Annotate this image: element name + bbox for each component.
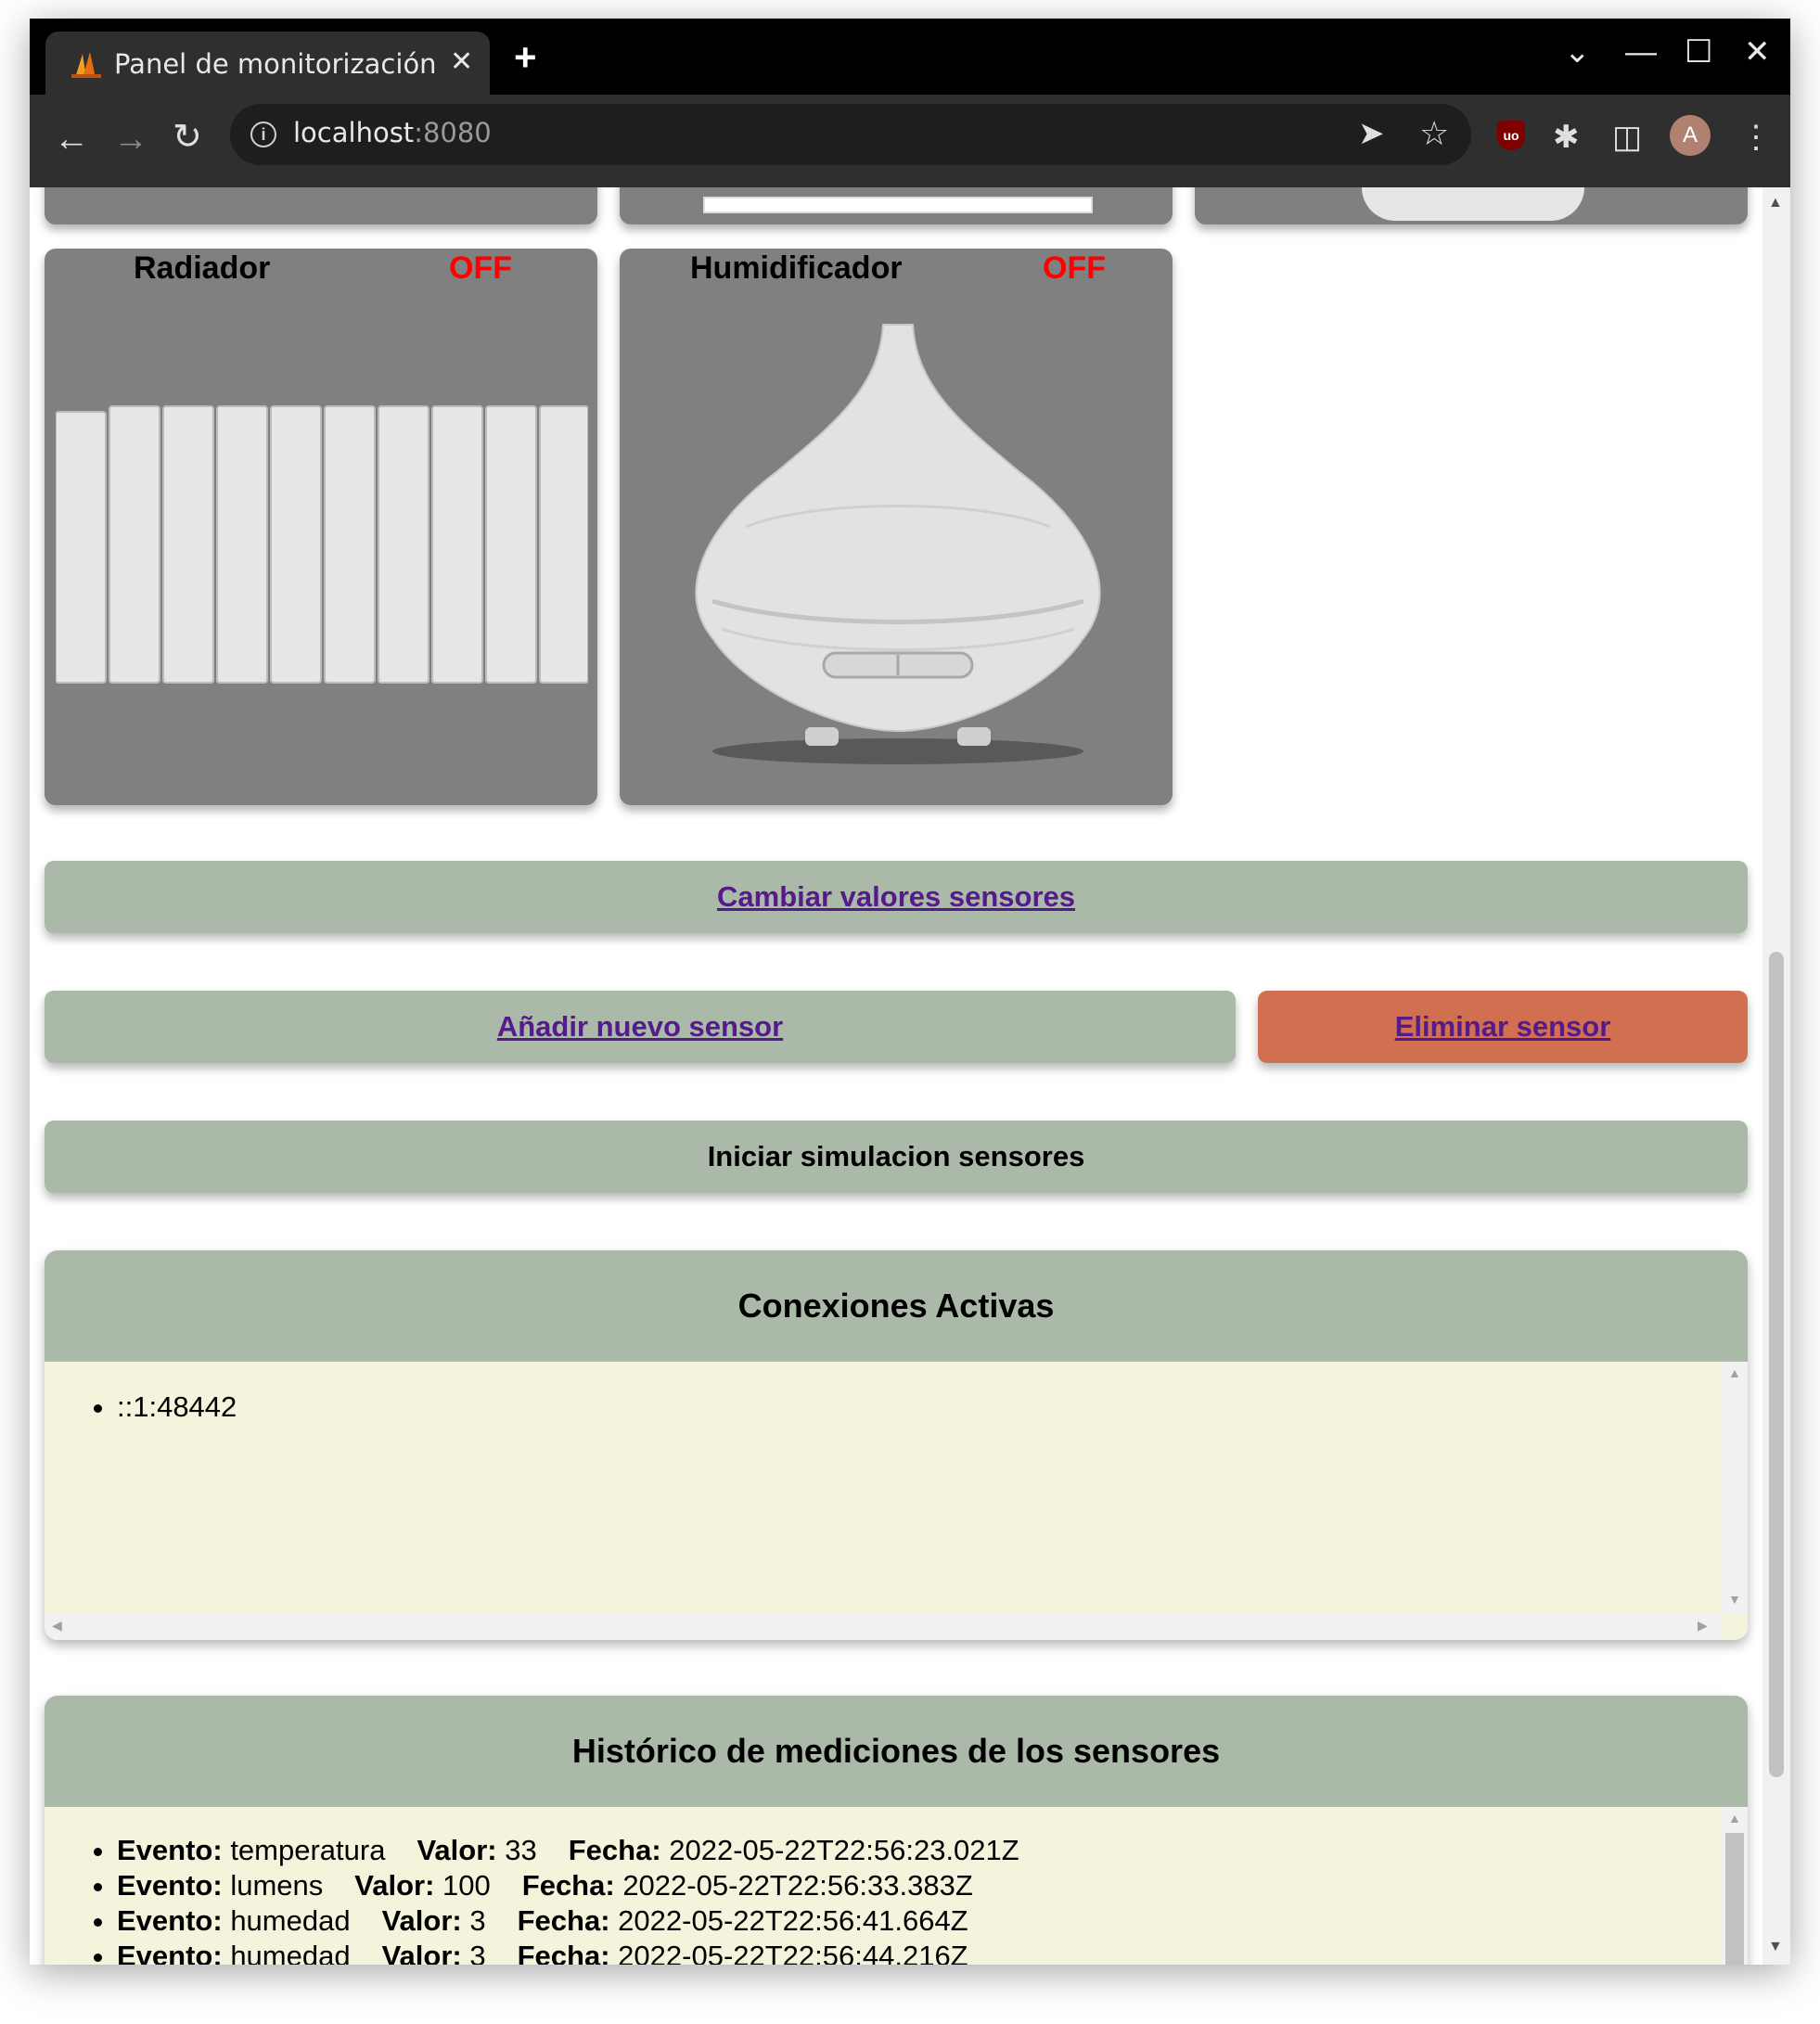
date-label: Fecha: bbox=[517, 1940, 610, 1965]
browser-toolbar: ← → ↻ i localhost:8080 ➤ ☆ uo ✱ ◫ A ⋮ bbox=[30, 95, 1790, 187]
device-state-badge: OFF bbox=[1043, 250, 1106, 286]
delete-sensor-button[interactable]: Eliminar sensor bbox=[1258, 991, 1748, 1063]
history-list-area[interactable]: Evento: temperaturaValor: 33Fecha: 2022-… bbox=[45, 1807, 1748, 1965]
tab-close-icon[interactable]: ✕ bbox=[450, 48, 473, 76]
date-value: 2022-05-22T22:56:33.383Z bbox=[622, 1869, 973, 1902]
add-sensor-link[interactable]: Añadir nuevo sensor bbox=[497, 1010, 783, 1043]
send-icon[interactable]: ➤ bbox=[1358, 115, 1385, 152]
minimize-button[interactable]: — bbox=[1625, 35, 1657, 69]
url-text[interactable]: localhost:8080 bbox=[293, 117, 492, 148]
date-label: Fecha: bbox=[517, 1904, 610, 1937]
history-item: Evento: humedad Valor: 3 Fecha: 2022-05-22… bbox=[117, 1939, 1748, 1965]
scroll-down-icon[interactable]: ▼ bbox=[1768, 1939, 1783, 1955]
maximize-button[interactable]: ☐ bbox=[1685, 35, 1712, 69]
scroll-up-icon[interactable]: ▲ bbox=[1728, 1811, 1741, 1825]
active-connections-panel: Conexiones Activas ::1:48442 ▲ ▼ ◀ ▶ bbox=[45, 1250, 1748, 1640]
page-scrollbar[interactable]: ▲ ▼ bbox=[1762, 187, 1790, 1965]
tab-search-dropdown-icon[interactable]: ⌄ bbox=[1564, 35, 1591, 69]
ublock-extension-icon[interactable]: uo bbox=[1497, 121, 1525, 150]
page-viewport: Radiador OFF Humidificador OFF Cambiar v… bbox=[30, 187, 1762, 1965]
device-card-partial[interactable] bbox=[45, 187, 597, 224]
delete-sensor-link[interactable]: Eliminar sensor bbox=[1395, 1010, 1611, 1043]
tab-strip: Panel de monitorización ✕ + ⌄ — ☐ ✕ bbox=[30, 19, 1790, 95]
value-value: 100 bbox=[442, 1869, 491, 1902]
app-favicon-icon bbox=[71, 52, 101, 78]
value-label: Valor: bbox=[354, 1869, 435, 1902]
date-value: 2022-05-22T22:56:23.021Z bbox=[669, 1834, 1019, 1866]
sensor-history-panel: Histórico de mediciones de los sensores … bbox=[45, 1696, 1748, 1965]
device-card-partial[interactable] bbox=[620, 187, 1173, 224]
menu-kebab-icon[interactable]: ⋮ bbox=[1740, 119, 1772, 156]
new-tab-button[interactable]: + bbox=[514, 38, 537, 77]
forward-icon[interactable]: → bbox=[113, 121, 148, 158]
back-icon[interactable]: ← bbox=[54, 121, 89, 158]
device-card-humidificador[interactable]: Humidificador OFF bbox=[620, 249, 1173, 805]
change-sensor-values-link[interactable]: Cambiar valores sensores bbox=[717, 880, 1075, 913]
bookmark-star-icon[interactable]: ☆ bbox=[1419, 115, 1449, 152]
event-label: Evento: bbox=[117, 1834, 223, 1866]
event-label: Evento: bbox=[117, 1904, 223, 1937]
address-bar[interactable]: i localhost:8080 ➤ ☆ bbox=[230, 104, 1471, 165]
close-window-button[interactable]: ✕ bbox=[1744, 35, 1771, 69]
value-value: 3 bbox=[469, 1904, 486, 1937]
side-panel-icon[interactable]: ◫ bbox=[1612, 119, 1642, 156]
device-card-partial[interactable] bbox=[1195, 187, 1748, 224]
add-sensor-button[interactable]: Añadir nuevo sensor bbox=[45, 991, 1236, 1063]
history-list: Evento: temperaturaValor: 33Fecha: 2022-… bbox=[45, 1807, 1748, 1965]
browser-tab[interactable]: Panel de monitorización ✕ bbox=[45, 32, 490, 95]
panel-title: Conexiones Activas bbox=[45, 1250, 1748, 1362]
profile-avatar[interactable]: A bbox=[1670, 115, 1711, 156]
event-label: Evento: bbox=[117, 1869, 223, 1902]
start-simulation-button[interactable]: Iniciar simulacion sensores bbox=[45, 1121, 1748, 1193]
vertical-scrollbar[interactable]: ▲ ▼ bbox=[1722, 1362, 1748, 1614]
connections-list-area[interactable]: ::1:48442 ▲ ▼ ◀ ▶ bbox=[45, 1362, 1748, 1640]
event-value: temperatura bbox=[230, 1834, 386, 1866]
history-item: Evento: lumens Valor: 100 Fecha: 2022-05-2… bbox=[117, 1868, 1748, 1903]
reload-icon[interactable]: ↻ bbox=[173, 119, 202, 156]
device-name: Radiador bbox=[134, 250, 271, 286]
browser-window: Panel de monitorización ✕ + ⌄ — ☐ ✕ ← → … bbox=[30, 19, 1790, 1965]
tab-title: Panel de monitorización bbox=[114, 48, 437, 80]
radiator-image bbox=[56, 405, 588, 684]
scroll-right-icon[interactable]: ▶ bbox=[1698, 1618, 1708, 1633]
value-value: 33 bbox=[505, 1834, 537, 1866]
site-info-icon[interactable]: i bbox=[250, 122, 276, 147]
event-value: lumens bbox=[230, 1869, 324, 1902]
scroll-left-icon[interactable]: ◀ bbox=[52, 1618, 62, 1633]
value-label: Valor: bbox=[417, 1834, 497, 1866]
event-value: humedad bbox=[230, 1904, 351, 1937]
device-image-partial bbox=[1362, 187, 1584, 221]
scrollbar-thumb[interactable] bbox=[1769, 952, 1784, 1777]
history-item: Evento: temperatura Valor: 33 Fecha: 2022-… bbox=[117, 1833, 1748, 1868]
device-image-partial bbox=[703, 197, 1093, 213]
device-state-badge: OFF bbox=[449, 250, 512, 286]
value-label: Valor: bbox=[381, 1904, 462, 1937]
connection-item: ::1:48442 bbox=[117, 1390, 1748, 1425]
history-item: Evento: humedad Valor: 3 Fecha: 2022-05-22… bbox=[117, 1903, 1748, 1939]
connections-list: ::1:48442 bbox=[45, 1362, 1748, 1425]
date-value: 2022-05-22T22:56:44.216Z bbox=[618, 1940, 968, 1965]
event-label: Evento: bbox=[117, 1940, 223, 1965]
device-card-radiador[interactable]: Radiador OFF bbox=[45, 249, 597, 805]
scrollbar-thumb[interactable] bbox=[1725, 1833, 1744, 1965]
date-label: Fecha: bbox=[568, 1834, 661, 1866]
humidifier-image bbox=[695, 324, 1101, 764]
scroll-down-icon[interactable]: ▼ bbox=[1728, 1592, 1741, 1607]
change-sensor-values-button[interactable]: Cambiar valores sensores bbox=[45, 861, 1748, 933]
scroll-up-icon[interactable]: ▲ bbox=[1728, 1365, 1741, 1380]
device-name: Humidificador bbox=[690, 250, 903, 286]
value-value: 3 bbox=[469, 1940, 486, 1965]
value-label: Valor: bbox=[381, 1940, 462, 1965]
vertical-scrollbar[interactable]: ▲ bbox=[1722, 1807, 1748, 1965]
scroll-up-icon[interactable]: ▲ bbox=[1768, 195, 1783, 211]
event-value: humedad bbox=[230, 1940, 351, 1965]
extensions-puzzle-icon[interactable]: ✱ bbox=[1553, 119, 1580, 156]
horizontal-scrollbar[interactable]: ◀ ▶ bbox=[45, 1614, 1722, 1640]
panel-title: Histórico de mediciones de los sensores bbox=[45, 1696, 1748, 1807]
date-label: Fecha: bbox=[521, 1869, 615, 1902]
date-value: 2022-05-22T22:56:41.664Z bbox=[618, 1904, 968, 1937]
start-simulation-label: Iniciar simulacion sensores bbox=[707, 1140, 1085, 1172]
